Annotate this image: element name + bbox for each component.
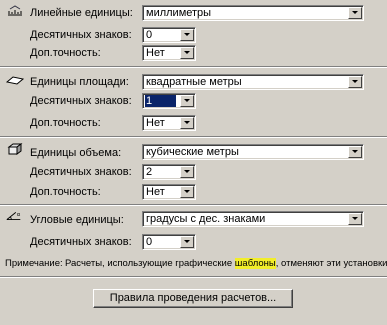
volume-precision-label: Доп.точность: [30,186,101,198]
angle-units-value: градусы с дес. знаками [146,213,266,225]
section-divider [0,204,387,206]
section-divider [0,276,387,278]
chevron-down-icon[interactable] [180,186,194,198]
linear-precision-select[interactable]: Нет [142,45,196,61]
area-decimals-select[interactable]: 1 [142,93,196,109]
volume-precision-select[interactable]: Нет [142,184,196,200]
area-precision-select[interactable]: Нет [142,115,196,131]
linear-decimals-label: Десятичных знаков: [30,29,132,41]
chevron-down-icon[interactable] [348,76,362,88]
volume-decimals-select[interactable]: 2 [142,164,196,180]
area-decimals-value: 1 [145,95,177,107]
volume-precision-value: Нет [146,186,165,198]
linear-precision-label: Доп.точность: [30,47,101,59]
ruler-icon [8,5,22,16]
note-text-before: Расчеты, использующие графические [65,258,235,269]
area-decimals-label: Десятичных знаков: [30,95,132,107]
chevron-down-icon[interactable] [180,166,194,178]
chevron-down-icon[interactable] [180,95,194,107]
svg-text:α: α [17,212,21,218]
chevron-down-icon[interactable] [348,213,362,225]
area-units-label: Единицы площади: [30,76,129,88]
angle-decimals-label: Десятичных знаков: [30,236,132,248]
angle-units-label: Угловые единицы: [30,214,124,226]
linear-units-label: Линейные единицы: [30,7,133,19]
angle-decimals-value: 0 [146,236,153,248]
area-precision-value: Нет [146,117,165,129]
chevron-down-icon[interactable] [180,117,194,129]
linear-decimals-value: 0 [146,29,153,41]
chevron-down-icon[interactable] [348,7,362,19]
area-units-value: квадратные метры [146,76,242,88]
volume-units-label: Единицы объема: [30,147,122,159]
volume-decimals-label: Десятичных знаков: [30,166,132,178]
section-divider [0,66,387,68]
angle-units-select[interactable]: градусы с дес. знаками [142,211,364,227]
chevron-down-icon[interactable] [180,29,194,41]
note-highlighted-word: шаблоны [234,258,276,269]
angle-icon: α [6,212,21,221]
volume-units-select[interactable]: кубические метры [142,144,364,160]
note-text: Расчеты, использующие графические шаблон… [65,258,387,270]
chevron-down-icon[interactable] [180,47,194,59]
chevron-down-icon[interactable] [348,146,362,158]
note-text-after: , отменяют эти установки. [275,258,387,269]
area-precision-label: Доп.точность: [30,117,101,129]
calc-rules-button[interactable]: Правила проведения расчетов... [93,289,293,308]
chevron-down-icon[interactable] [180,236,194,248]
volume-units-value: кубические метры [146,146,239,158]
linear-decimals-select[interactable]: 0 [142,27,196,43]
angle-decimals-select[interactable]: 0 [142,234,196,250]
area-units-select[interactable]: квадратные метры [142,74,364,90]
linear-units-select[interactable]: миллиметры [142,5,364,21]
cube-icon [7,143,23,155]
note-label: Примечание: [5,258,63,269]
area-plane-icon [6,76,24,85]
linear-precision-value: Нет [146,47,165,59]
volume-decimals-value: 2 [146,166,153,178]
linear-units-value: миллиметры [146,7,212,19]
section-divider [0,136,387,138]
